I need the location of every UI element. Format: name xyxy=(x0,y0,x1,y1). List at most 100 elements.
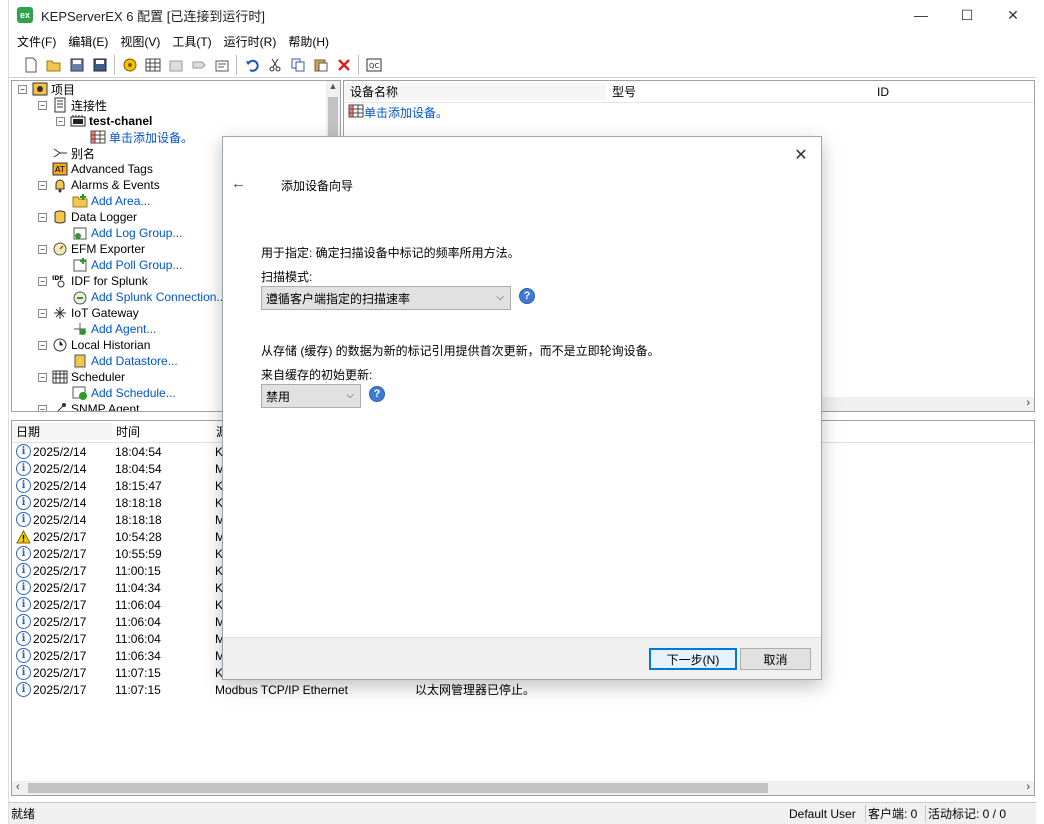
scroll-up-icon[interactable]: ▲ xyxy=(326,81,340,91)
tree-expander[interactable]: − xyxy=(56,117,65,126)
next-button[interactable]: 下一步(N) xyxy=(649,648,737,670)
tree-expander[interactable]: − xyxy=(38,309,47,318)
tree-expander[interactable]: − xyxy=(38,181,47,190)
col-model[interactable]: 型号 xyxy=(606,83,871,100)
menu-edit[interactable]: 编辑(E) xyxy=(62,33,114,50)
undo-icon[interactable] xyxy=(240,54,263,76)
scan-mode-select[interactable]: 遵循客户端指定的扫描速率 ⌵ xyxy=(261,286,511,310)
delete-icon[interactable] xyxy=(332,54,355,76)
quick-client-icon[interactable]: QC xyxy=(362,54,385,76)
menu-runtime[interactable]: 运行时(R) xyxy=(218,33,283,50)
tree-expander[interactable]: − xyxy=(38,341,47,350)
tree-item-add-device[interactable]: 单击添加设备。 xyxy=(90,129,193,145)
properties-icon[interactable] xyxy=(210,54,233,76)
cancel-button[interactable]: 取消 xyxy=(740,648,811,670)
log-date: 2025/2/17 xyxy=(33,580,87,595)
new-tag-icon[interactable] xyxy=(187,54,210,76)
tree-expander[interactable]: − xyxy=(38,373,47,382)
tree-expander[interactable]: − xyxy=(38,245,47,254)
scroll-left-icon[interactable]: ‹ xyxy=(16,781,20,793)
log-time: 18:15:47 xyxy=(115,478,162,493)
tree-item-add-poll-group[interactable]: Add Poll Group... xyxy=(72,257,182,273)
info-icon: i xyxy=(16,631,31,646)
minimize-button[interactable]: — xyxy=(898,0,944,30)
tree-item-channel[interactable]: test-chanel xyxy=(70,113,152,129)
paste-icon[interactable] xyxy=(309,54,332,76)
maximize-button[interactable]: ☐ xyxy=(944,0,990,30)
tree-item-historian[interactable]: Local Historian xyxy=(52,337,150,353)
tree-expander[interactable]: − xyxy=(18,85,27,94)
tree-item-add-agent[interactable]: Add Agent... xyxy=(72,321,156,337)
log-date: 2025/2/17 xyxy=(33,597,87,612)
log-hscrollbar[interactable]: ‹ › xyxy=(12,781,1034,795)
tree-item-project[interactable]: 项目 xyxy=(32,81,75,97)
scroll-right-icon[interactable]: › xyxy=(1026,781,1030,793)
tree-item-add-schedule[interactable]: Add Schedule... xyxy=(72,385,176,401)
initial-update-help-icon[interactable]: ? xyxy=(369,386,385,402)
new-group-icon[interactable] xyxy=(164,54,187,76)
open-icon[interactable] xyxy=(42,54,65,76)
save-as-icon[interactable] xyxy=(88,54,111,76)
copy-icon[interactable] xyxy=(286,54,309,76)
scan-mode-help-icon[interactable]: ? xyxy=(519,288,535,304)
add-log-group-icon xyxy=(72,225,88,241)
scroll-right-icon[interactable]: › xyxy=(1026,397,1030,409)
tree-expander[interactable]: − xyxy=(38,277,47,286)
tree-item-advanced-tags[interactable]: AT Advanced Tags xyxy=(52,161,153,177)
tree-item-iot[interactable]: IoT Gateway xyxy=(52,305,139,321)
gauge-icon xyxy=(52,241,68,257)
log-time: 11:06:04 xyxy=(115,597,161,612)
tree-item-add-datastore[interactable]: Add Datastore... xyxy=(72,353,178,369)
warning-icon xyxy=(16,529,31,544)
col-time[interactable]: 时间 xyxy=(112,423,212,440)
tree-item-scheduler[interactable]: Scheduler xyxy=(52,369,125,385)
app-logo: ex xyxy=(17,7,33,23)
add-device-link[interactable]: 单击添加设备。 xyxy=(364,104,448,121)
svg-text:QC: QC xyxy=(369,62,380,70)
log-row[interactable]: i 2025/2/17 11:07:15 Modbus TCP/IP Ethernet… xyxy=(12,681,1034,698)
col-id[interactable]: ID xyxy=(871,85,1021,99)
tree-item-snmp[interactable]: SNMP Agent xyxy=(52,401,139,411)
tree-item-add-area[interactable]: Add Area... xyxy=(72,193,150,209)
close-button[interactable]: ✕ xyxy=(990,0,1036,30)
tree-item-efm[interactable]: EFM Exporter xyxy=(52,241,145,257)
alias-icon xyxy=(52,145,68,161)
dialog-close-icon[interactable]: ✕ xyxy=(791,145,811,165)
tree-expander[interactable]: − xyxy=(38,405,47,411)
tree-item-idf[interactable]: IDF IDF for Splunk xyxy=(52,273,148,289)
menu-help[interactable]: 帮助(H) xyxy=(282,33,335,50)
col-device-name[interactable]: 设备名称 xyxy=(344,83,606,100)
log-date: 2025/2/17 xyxy=(33,631,87,646)
tree-item-add-splunk[interactable]: Add Splunk Connection... xyxy=(72,289,226,305)
connectivity-icon xyxy=(52,97,68,113)
back-arrow-icon[interactable]: ← xyxy=(231,175,246,192)
initial-update-select[interactable]: 禁用 ⌵ xyxy=(261,384,361,408)
tree-expander[interactable]: − xyxy=(38,213,47,222)
log-time: 11:04:34 xyxy=(115,580,161,595)
menu-file[interactable]: 文件(F) xyxy=(11,33,62,50)
tree-item-add-log-group[interactable]: Add Log Group... xyxy=(72,225,182,241)
info-icon: i xyxy=(16,563,31,578)
add-splunk-icon xyxy=(72,289,88,305)
toolbar-separator xyxy=(114,54,115,75)
tree-item-data-logger[interactable]: Data Logger xyxy=(52,209,137,225)
save-icon[interactable] xyxy=(65,54,88,76)
background-window-strip xyxy=(0,0,9,824)
log-date: 2025/2/14 xyxy=(33,512,87,527)
tree-item-alarms[interactable]: Alarms & Events xyxy=(52,177,160,193)
new-device-icon[interactable] xyxy=(141,54,164,76)
toolbar: QC xyxy=(9,52,1036,78)
cut-icon[interactable] xyxy=(263,54,286,76)
tree-item-connectivity[interactable]: 连接性 xyxy=(52,97,107,113)
tree-item-alias[interactable]: 别名 xyxy=(52,145,95,161)
col-date[interactable]: 日期 xyxy=(12,423,112,440)
scroll-thumb[interactable] xyxy=(28,783,768,793)
menu-view[interactable]: 视图(V) xyxy=(114,33,166,50)
tree-expander[interactable]: − xyxy=(38,101,47,110)
add-poll-group-icon xyxy=(72,257,88,273)
new-icon[interactable] xyxy=(19,54,42,76)
new-channel-icon[interactable] xyxy=(118,54,141,76)
device-row-add[interactable]: 单击添加设备。 xyxy=(344,103,1034,121)
menu-tools[interactable]: 工具(T) xyxy=(166,33,217,50)
initial-update-description: 从存储 (缓存) 的数据为新的标记引用提供首次更新，而不是立即轮询设备。 xyxy=(261,344,660,358)
